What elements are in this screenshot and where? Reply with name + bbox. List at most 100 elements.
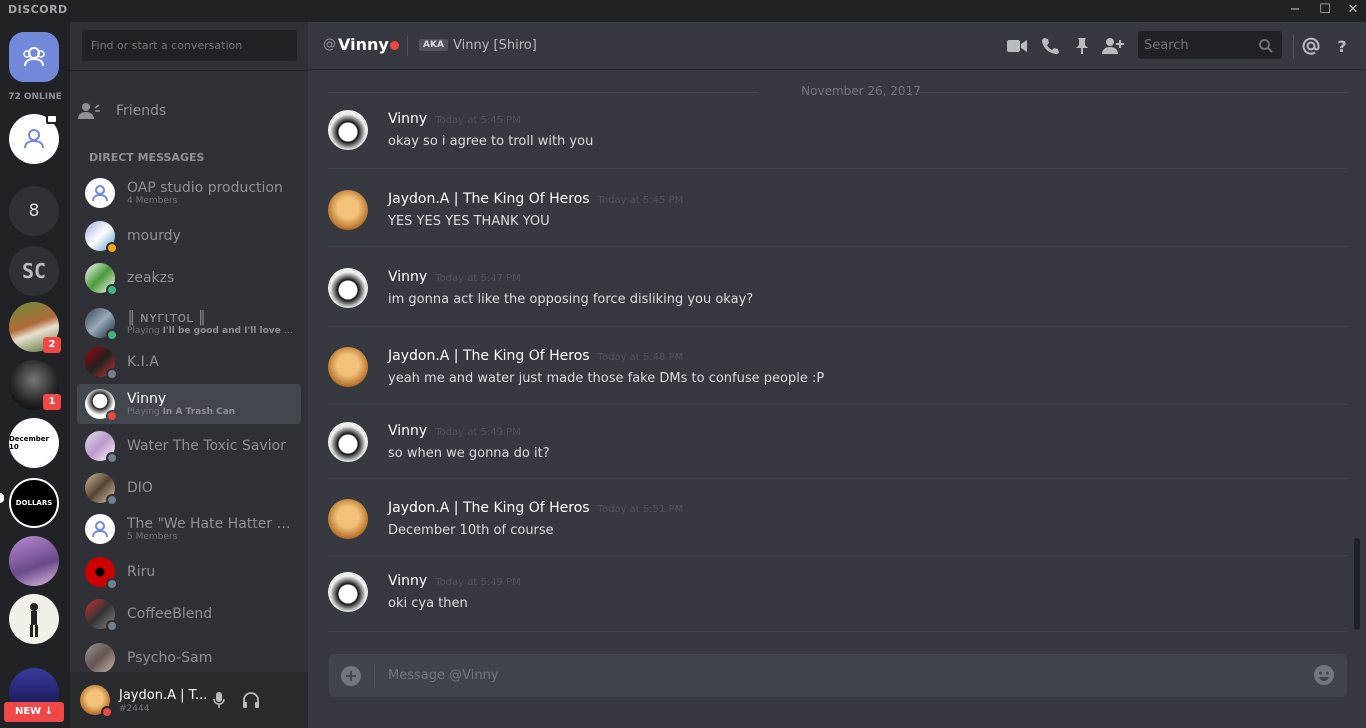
- offline-status-icon: [106, 494, 118, 506]
- message-author[interactable]: Jaydon.A | The King Of Heros: [388, 500, 590, 516]
- avatar[interactable]: [80, 685, 113, 718]
- message-timestamp: Today at 5:45 PM: [597, 195, 684, 206]
- voice-call-icon[interactable]: [1039, 35, 1061, 57]
- avatar: [85, 473, 118, 506]
- dm-name: Water The Toxic Savior: [127, 438, 286, 454]
- microphone-icon[interactable]: [211, 691, 227, 709]
- header-divider: [407, 36, 408, 56]
- message-author[interactable]: Vinny: [388, 423, 427, 439]
- dnd-status-icon: [390, 41, 399, 50]
- message-divider: [328, 631, 1348, 632]
- composer-divider: [374, 664, 375, 688]
- dm-item[interactable]: Water The Toxic Savior: [77, 426, 301, 466]
- dm-item[interactable]: mourdy: [77, 216, 301, 256]
- channel-name: Vinny: [338, 35, 389, 54]
- maximize-button[interactable]: ☐: [1310, 0, 1340, 22]
- message-text: yeah me and water just made those fake D…: [388, 371, 825, 386]
- person-silhouette-icon: [30, 603, 38, 637]
- emoji-icon[interactable]: [1313, 664, 1335, 686]
- server-december-10[interactable]: December 10: [9, 418, 59, 468]
- dm-item[interactable]: K.I.A: [77, 342, 301, 382]
- upload-plus-icon[interactable]: +: [341, 666, 361, 686]
- message-author[interactable]: Vinny: [388, 573, 427, 589]
- server-person[interactable]: [9, 594, 59, 644]
- message-text: im gonna act like the opposing force dis…: [388, 292, 754, 307]
- video-call-icon[interactable]: [1006, 35, 1028, 57]
- chat-header: @ Vinny AKA Vinny [Shiro] Search ?: [308, 22, 1366, 70]
- avatar: [85, 347, 118, 380]
- dm-search-input[interactable]: Find or start a conversation: [82, 30, 297, 61]
- server-anime[interactable]: [9, 536, 59, 586]
- aka-badge: AKA: [419, 39, 448, 51]
- dm-item[interactable]: The "We Hate Hatter G... 5 Members: [77, 509, 301, 549]
- dm-item[interactable]: Riru: [77, 552, 301, 592]
- group-avatar-icon: [85, 514, 115, 544]
- message-author[interactable]: Jaydon.A | The King Of Heros: [388, 348, 590, 364]
- aka-name: Vinny [Shiro]: [453, 38, 537, 53]
- avatar[interactable]: [328, 268, 368, 308]
- message-timestamp: Today at 5:51 PM: [597, 504, 684, 515]
- server-8[interactable]: 8: [9, 186, 59, 236]
- message-divider: [328, 404, 1348, 405]
- message-author[interactable]: Jaydon.A | The King Of Heros: [388, 191, 590, 207]
- avatar[interactable]: [328, 422, 368, 462]
- avatar[interactable]: [328, 572, 368, 612]
- server-8-label: 8: [28, 201, 40, 221]
- dm-item[interactable]: ║ ɴʏгιтoʟ ║ Playing I'll be good and I'll…: [77, 303, 301, 343]
- dm-item[interactable]: zeakzs: [77, 258, 301, 298]
- avatar[interactable]: [328, 190, 368, 230]
- headphones-icon[interactable]: [242, 691, 260, 709]
- server-dollars-label: DOLLARS: [15, 499, 53, 507]
- dm-name: OAP studio production: [127, 180, 283, 196]
- dm-panel: Find or start a conversation Friends DIR…: [70, 22, 308, 728]
- direct-messages-header: DIRECT MESSAGES: [89, 151, 205, 164]
- message-author[interactable]: Vinny: [388, 111, 427, 127]
- dm-item[interactable]: CoffeeBlend: [77, 594, 301, 634]
- dm-name: DIO: [127, 480, 153, 496]
- online-status-icon: [106, 329, 118, 341]
- dm-item[interactable]: OAP studio production 4 Members: [77, 173, 301, 213]
- help-icon[interactable]: ?: [1331, 35, 1353, 57]
- dm-item[interactable]: DIO: [77, 468, 301, 508]
- dm-name: zeakzs: [127, 270, 175, 286]
- offline-status-icon: [106, 620, 118, 632]
- group-icon: [24, 129, 44, 149]
- minimize-button[interactable]: −: [1280, 0, 1310, 22]
- home-icon[interactable]: [9, 32, 59, 82]
- message: Vinny Today at 5:49 PM so when we gonna d…: [308, 422, 1348, 502]
- mention-badge: 2: [43, 337, 61, 353]
- avatar[interactable]: [328, 499, 368, 539]
- message: Jaydon.A | The King Of Heros Today at 5:4…: [308, 347, 1348, 427]
- dm-subtext: Playing I'll be good and I'll love the w…: [127, 326, 297, 336]
- dm-name: The "We Hate Hatter G...: [127, 516, 297, 532]
- user-tag: #2444: [119, 704, 150, 714]
- mentions-icon[interactable]: [1300, 35, 1322, 57]
- message-input[interactable]: Message @Vinny: [388, 668, 499, 683]
- avatar[interactable]: [328, 110, 368, 150]
- title-bar: DISCORD − ☐ ✕: [0, 0, 1366, 22]
- server-list: 72 ONLINE 8 SC 2 1 December 10 DOLLARS N…: [0, 22, 70, 728]
- message-divider: [328, 246, 1348, 247]
- message-timestamp: Today at 5:48 PM: [597, 352, 684, 363]
- message-timestamp: Today at 5:45 PM: [435, 115, 521, 126]
- friends-nav-item[interactable]: Friends: [78, 96, 300, 126]
- avatar[interactable]: [328, 347, 368, 387]
- header-divider: [1293, 34, 1294, 58]
- close-window-button[interactable]: ✕: [1338, 0, 1366, 22]
- pin-icon[interactable]: [1071, 35, 1093, 57]
- chat-scrollbar[interactable]: [1354, 538, 1360, 630]
- server-sc[interactable]: SC: [9, 246, 59, 296]
- playing-prefix: Playing: [127, 407, 163, 417]
- new-unreads-button[interactable]: NEW ↓: [4, 702, 64, 722]
- online-count: 72 ONLINE: [8, 92, 62, 102]
- message-divider: [328, 478, 1348, 479]
- message-timestamp: Today at 5:47 PM: [435, 273, 521, 284]
- message-composer[interactable]: + Message @Vinny: [329, 654, 1347, 697]
- add-friend-icon[interactable]: [1102, 35, 1124, 57]
- offline-status-icon: [106, 578, 118, 590]
- discord-logo: DISCORD: [8, 3, 68, 16]
- dm-item-active[interactable]: Vinny Playing In A Trash Can: [77, 384, 301, 424]
- server-dollars[interactable]: DOLLARS: [9, 478, 59, 528]
- message-author[interactable]: Vinny: [388, 269, 427, 285]
- avatar: [85, 389, 118, 422]
